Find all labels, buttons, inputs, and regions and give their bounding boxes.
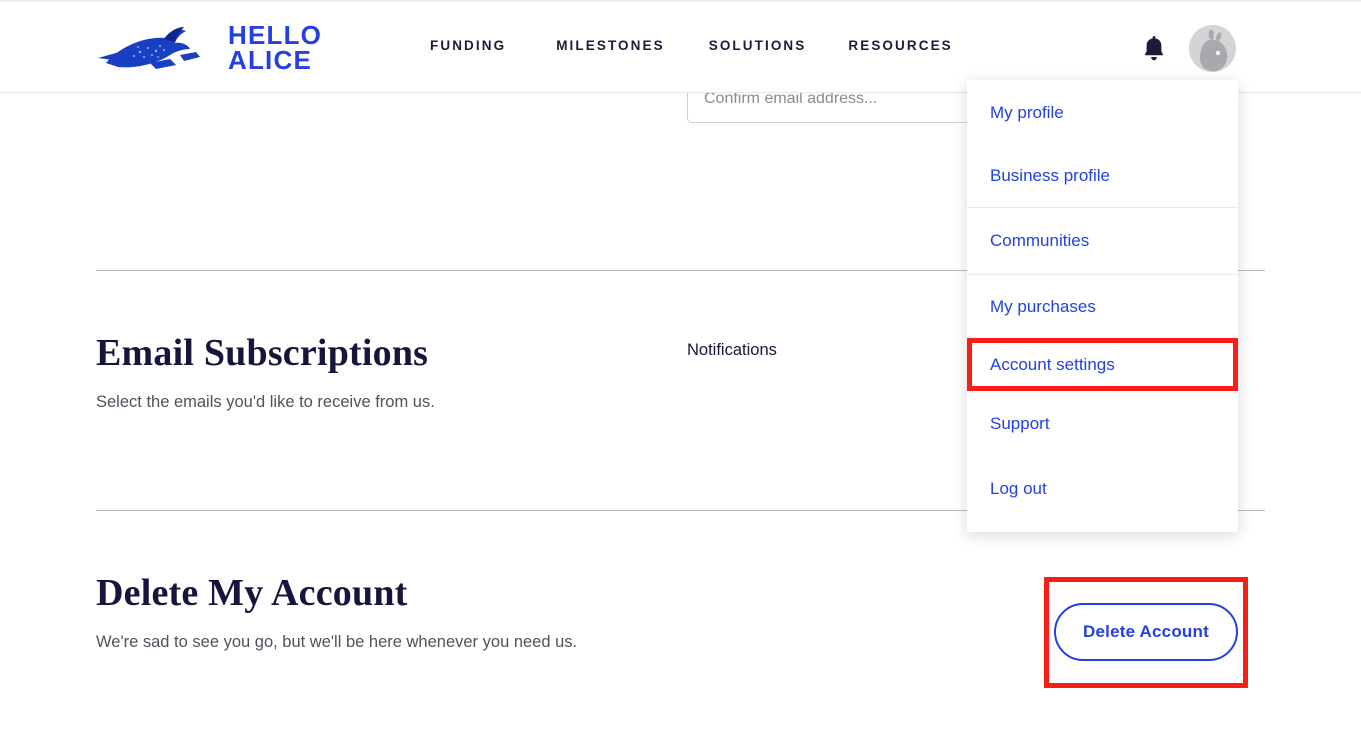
logo-wordmark: HELLO ALICE [228,22,322,75]
user-avatar[interactable] [1189,25,1236,72]
menu-item-my-profile[interactable]: My profile [967,80,1238,145]
delete-account-button[interactable]: Delete Account [1054,603,1238,661]
delete-account-title: Delete My Account [96,572,408,614]
nav-item-solutions[interactable]: SOLUTIONS [709,38,807,53]
running-rabbit-logo-icon [98,27,200,69]
delete-account-subtitle: We're sad to see you go, but we'll be he… [96,633,578,651]
menu-item-support[interactable]: Support [967,391,1238,456]
notifications-label: Notifications [687,341,777,359]
primary-nav: FUNDING MILESTONES SOLUTIONS RESOURCES [430,38,953,53]
menu-item-communities[interactable]: Communities [967,208,1238,274]
menu-item-business-profile[interactable]: Business profile [967,145,1238,207]
nav-item-milestones[interactable]: MILESTONES [556,38,665,53]
menu-item-log-out[interactable]: Log out [967,456,1238,521]
bell-icon [1144,36,1164,61]
logo-line-2: ALICE [228,45,312,75]
menu-item-account-settings[interactable]: Account settings [967,338,1238,391]
hello-alice-logo[interactable]: HELLO ALICE [96,22,322,74]
account-dropdown-menu: My profile Business profile Communities … [967,80,1238,532]
menu-item-my-purchases[interactable]: My purchases [967,275,1238,338]
email-subscriptions-title: Email Subscriptions [96,332,429,374]
nav-item-funding[interactable]: FUNDING [430,38,506,53]
notifications-bell-button[interactable] [1141,35,1167,63]
email-subscriptions-subtitle: Select the emails you'd like to receive … [96,393,435,411]
page-root: Email Subscriptions Select the emails yo… [0,0,1361,754]
nav-item-resources[interactable]: RESOURCES [848,38,952,53]
rabbit-avatar-icon [1189,25,1236,72]
